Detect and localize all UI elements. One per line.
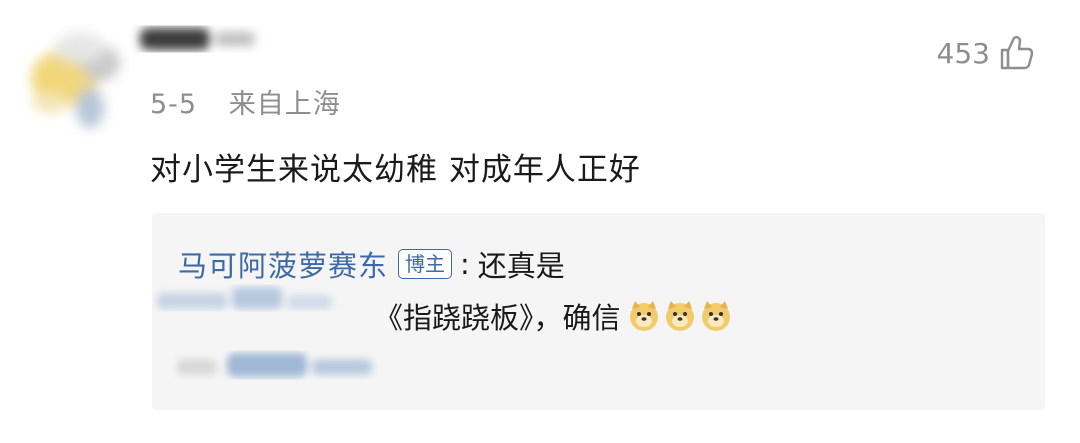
like-count: 453 xyxy=(936,36,990,70)
reply-line: 《指跷跷板》，确信 xyxy=(374,295,733,337)
doge-emoji xyxy=(665,301,694,331)
author-badge: 博主 xyxy=(398,249,453,279)
comment-meta: 5-5 来自上海 xyxy=(150,82,341,121)
thumbs-up-icon xyxy=(1000,36,1034,70)
reply-text-2: 《指跷跷板》，确信 xyxy=(374,301,621,335)
comment-text: 对小学生来说太幼稚 对成年人正好 xyxy=(150,152,641,188)
avatar[interactable] xyxy=(10,8,145,138)
username-blurred[interactable] xyxy=(130,18,280,60)
reply-colon: : xyxy=(460,247,470,281)
like-button[interactable]: 453 xyxy=(937,34,1034,72)
blurred-more-replies[interactable] xyxy=(172,343,392,393)
comment-location: 来自上海 xyxy=(228,89,341,120)
blurred-reply-author xyxy=(157,287,332,309)
reply-box[interactable]: 马可阿菠萝赛东 博主 : 还真是 《指跷跷板》，确信 xyxy=(152,213,1045,410)
doge-emoji xyxy=(629,301,658,331)
comment-date: 5-5 xyxy=(150,89,198,120)
doge-emoji xyxy=(701,301,730,331)
reply-text-1: 还真是 xyxy=(477,249,565,283)
